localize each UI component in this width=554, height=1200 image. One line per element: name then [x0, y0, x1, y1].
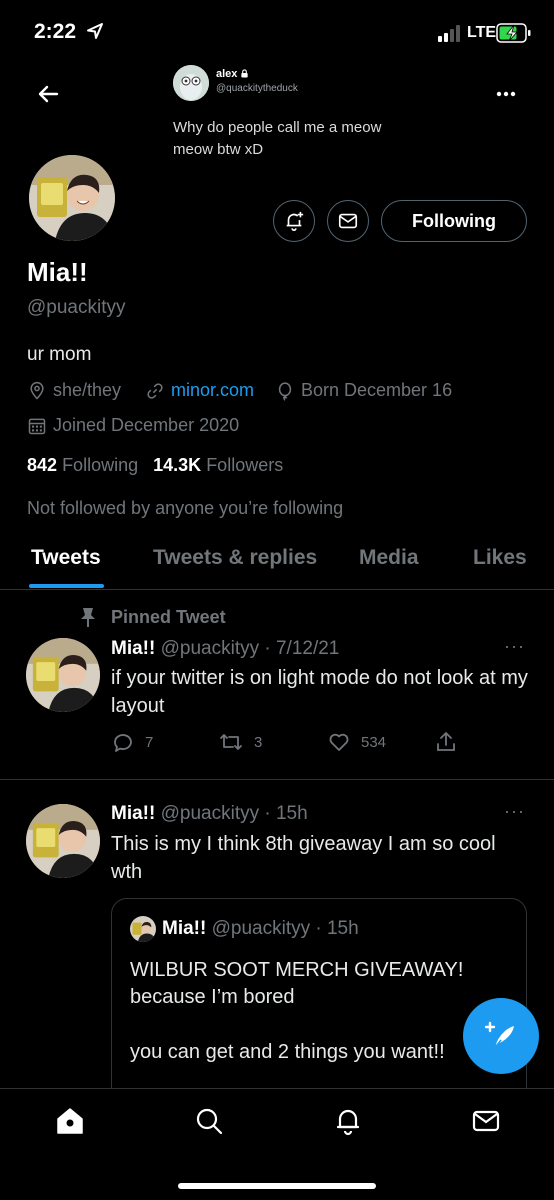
- profile-joined: Joined December 2020: [27, 415, 239, 436]
- balloon-icon: [278, 381, 292, 401]
- banner-handle: @quackitytheduck: [216, 83, 298, 94]
- banner-text: Why do people call me a meow meow btw xD: [173, 119, 382, 158]
- heart-icon: [329, 733, 349, 751]
- like-count: 534: [361, 733, 387, 751]
- location-text: she/they: [53, 380, 122, 400]
- tweet-more-icon[interactable]: ···: [504, 801, 525, 822]
- like-action[interactable]: 534: [327, 730, 386, 754]
- tab-media[interactable]: Media: [359, 546, 419, 570]
- tabs-divider: [0, 589, 554, 590]
- tab-tweets[interactable]: Tweets: [31, 546, 101, 570]
- tweet-text: This is my I think 8th giveaway I am so …: [111, 833, 496, 883]
- quoted-author-name: Mia!!: [162, 918, 207, 939]
- tweet-header: Mia!! @puackityy · 7/12/21: [111, 638, 339, 660]
- back-arrow-icon[interactable]: [32, 78, 64, 110]
- quoted-header: Mia!! @puackityy · 15h: [162, 918, 359, 940]
- notifications-subscribe-button[interactable]: [273, 200, 315, 242]
- message-button[interactable]: [327, 200, 369, 242]
- envelope-icon: [338, 213, 358, 229]
- lock-icon: [241, 69, 249, 78]
- profile-location: she/they: [27, 380, 121, 401]
- pinned-label: Pinned Tweet: [111, 607, 226, 627]
- profile-avatar[interactable]: [26, 152, 118, 244]
- search-icon[interactable]: [194, 1106, 224, 1136]
- bell-icon[interactable]: [333, 1106, 363, 1136]
- banner-avatar: [173, 65, 209, 101]
- quoted-text-line1: WILBUR SOOT MERCH GIVEAWAY!: [130, 959, 464, 981]
- retweet-count: 3: [254, 733, 263, 751]
- compose-tweet-button[interactable]: [463, 998, 539, 1074]
- not-followed-notice: Not followed by anyone you’re following: [27, 498, 344, 518]
- tweet-author-name[interactable]: Mia!!: [111, 638, 155, 659]
- more-options-icon[interactable]: [488, 82, 524, 106]
- bell-plus-icon: [286, 211, 304, 231]
- active-tab-indicator: [29, 584, 104, 588]
- home-icon[interactable]: [55, 1106, 85, 1136]
- birthday-text: Born December 16: [301, 380, 453, 400]
- retweet-icon: [220, 734, 242, 750]
- tab-tweets-replies[interactable]: Tweets & replies: [153, 546, 317, 570]
- link-icon: [147, 382, 163, 399]
- tweet-text: if your twitter is on light mode do not …: [111, 667, 528, 717]
- network-label: LTE: [467, 24, 497, 41]
- mail-icon[interactable]: [471, 1106, 501, 1136]
- tweet-author-name[interactable]: Mia!!: [111, 803, 155, 824]
- tweet-avatar[interactable]: [26, 638, 100, 712]
- profile-bio: ur mom: [27, 344, 92, 365]
- profile-birthday: Born December 16: [275, 380, 452, 401]
- tab-likes[interactable]: Likes: [473, 546, 527, 570]
- share-icon[interactable]: [434, 730, 458, 754]
- quoted-avatar: [130, 916, 156, 942]
- pin-icon: [81, 608, 95, 627]
- display-name: Mia!!: [27, 257, 88, 287]
- banner-name: alex: [216, 68, 249, 80]
- battery-charging-icon: [496, 23, 531, 43]
- reply-count: 7: [145, 733, 154, 751]
- joined-text: Joined December 2020: [53, 415, 240, 435]
- profile-handle: @puackityy: [27, 297, 126, 318]
- tweet-handle-date: @puackityy · 7/12/21: [160, 638, 340, 659]
- tweet-handle-date: @puackityy · 15h: [160, 803, 308, 824]
- quoted-text-line3: you can get and 2 things you want!!: [130, 1041, 445, 1063]
- compose-feather-icon: [484, 1021, 514, 1051]
- quoted-text-line2: because I’m bored: [130, 986, 295, 1008]
- following-stat[interactable]: 842 Following: [27, 455, 138, 475]
- retweet-action[interactable]: 3: [218, 730, 262, 754]
- location-arrow-icon: [87, 23, 103, 39]
- follow-stats: 842 Following 14.3K Followers: [27, 455, 283, 476]
- quoted-handle-date: @puackityy · 15h: [211, 918, 359, 939]
- location-pin-icon: [30, 381, 44, 400]
- following-button[interactable]: Following: [381, 200, 527, 242]
- home-indicator: [178, 1183, 376, 1189]
- followers-stat[interactable]: 14.3K Followers: [153, 455, 283, 475]
- tweet-header: Mia!! @puackityy · 15h: [111, 803, 308, 825]
- tweet-divider: [0, 779, 554, 780]
- calendar-icon: [28, 418, 46, 434]
- profile-website[interactable]: minor.com: [145, 380, 254, 401]
- tweet-avatar[interactable]: [26, 804, 100, 878]
- tweet-more-icon[interactable]: ···: [504, 636, 525, 657]
- website-link[interactable]: minor.com: [171, 380, 254, 401]
- reply-icon: [114, 734, 132, 752]
- reply-action[interactable]: 7: [111, 730, 153, 754]
- status-time: 2:22: [34, 20, 77, 43]
- signal-icon: [438, 25, 460, 42]
